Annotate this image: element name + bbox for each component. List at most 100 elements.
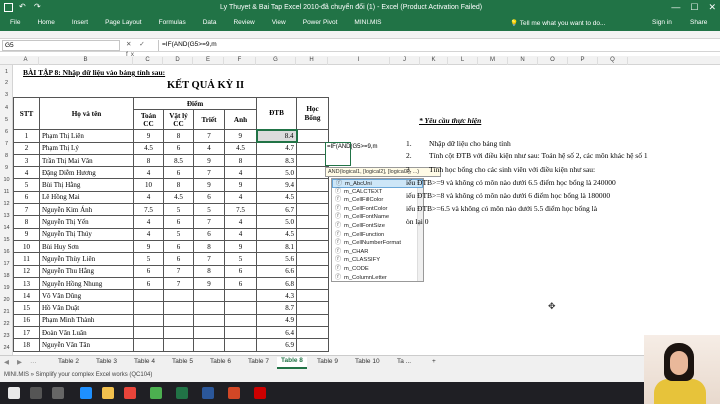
cell-dtb[interactable]: 6.9 bbox=[256, 338, 297, 352]
undo-icon[interactable]: ↶ bbox=[19, 3, 28, 12]
cell-hb[interactable] bbox=[296, 129, 329, 143]
sheet-tab-table-8[interactable]: Table 8 bbox=[277, 357, 307, 369]
cell-stt[interactable]: 12 bbox=[13, 264, 40, 278]
minimize-button[interactable]: — bbox=[671, 2, 680, 13]
cell-name[interactable]: Nguyễn Thị Yến bbox=[39, 215, 134, 229]
ribbon-tab-page-layout[interactable]: Page Layout bbox=[105, 19, 142, 26]
column-header-j[interactable]: J bbox=[390, 57, 420, 65]
column-header-d[interactable]: D bbox=[163, 57, 193, 65]
cell-dtb[interactable]: 8.3 bbox=[256, 153, 297, 168]
sheet-tab-table-9[interactable]: Table 9 bbox=[317, 358, 338, 365]
cell-dtb[interactable]: 4.7 bbox=[256, 141, 297, 155]
cell-anh[interactable]: 9 bbox=[224, 178, 257, 192]
ribbon-tab-mini-mis[interactable]: MINI.MIS bbox=[354, 19, 381, 26]
cell-dtb[interactable]: 5.0 bbox=[256, 166, 297, 180]
cell-triet[interactable]: 8 bbox=[193, 239, 225, 254]
cell-edit-box[interactable]: =IF(AND(G5>=9,m bbox=[325, 142, 378, 166]
more-sheets-icon[interactable]: … bbox=[30, 358, 37, 366]
edge-icon[interactable] bbox=[80, 387, 92, 399]
cell-anh[interactable] bbox=[224, 289, 257, 303]
windows-start-icon[interactable] bbox=[8, 387, 20, 399]
chrome-icon[interactable] bbox=[150, 387, 162, 399]
close-button[interactable]: ✕ bbox=[708, 2, 716, 13]
cell-triet[interactable]: 7 bbox=[193, 215, 225, 229]
powerpoint-icon[interactable] bbox=[228, 387, 240, 399]
cell-anh[interactable]: 4.5 bbox=[224, 141, 257, 155]
cell-stt[interactable]: 14 bbox=[13, 289, 40, 303]
cell-stt[interactable]: 2 bbox=[13, 141, 40, 155]
tell-me-search[interactable]: 💡 Tell me what you want to do... bbox=[510, 19, 605, 27]
cell-stt[interactable]: 18 bbox=[13, 338, 40, 352]
next-sheet-icon[interactable]: ▶ bbox=[17, 358, 22, 366]
sheet-tab-table-2[interactable]: Table 2 bbox=[58, 358, 79, 365]
cell-stt[interactable]: 7 bbox=[13, 203, 40, 217]
column-header-e[interactable]: E bbox=[193, 57, 224, 65]
cell-triet[interactable]: 7 bbox=[193, 129, 225, 143]
maximize-button[interactable]: ☐ bbox=[690, 2, 698, 13]
cell-anh[interactable]: 4 bbox=[224, 166, 257, 180]
save-icon[interactable] bbox=[4, 3, 13, 12]
cell-triet[interactable]: 7 bbox=[193, 166, 225, 180]
row-header-9[interactable]: 9 bbox=[0, 165, 13, 171]
cell-anh[interactable]: 5 bbox=[224, 252, 257, 266]
row-header-11[interactable]: 11 bbox=[0, 189, 13, 195]
cell-anh[interactable]: 9 bbox=[224, 129, 257, 143]
sheet-tab-table-7[interactable]: Table 7 bbox=[248, 358, 269, 365]
row-header-3[interactable]: 3 bbox=[0, 92, 13, 98]
recorder-icon[interactable] bbox=[254, 387, 266, 399]
cell-hb[interactable] bbox=[296, 215, 329, 229]
cell-hb[interactable] bbox=[296, 227, 329, 241]
cell-vatly[interactable]: 7 bbox=[163, 264, 194, 278]
cell-triet[interactable]: 5 bbox=[193, 203, 225, 217]
column-header-h[interactable]: H bbox=[296, 57, 328, 65]
cell-dtb[interactable]: 9.4 bbox=[256, 178, 297, 192]
autocomplete-item[interactable]: m_CLASSIFY bbox=[332, 256, 423, 265]
cell-name[interactable]: Phạm Thị Lý bbox=[39, 141, 134, 155]
cell-name[interactable]: Phạm Thị Liên bbox=[39, 129, 134, 143]
ribbon-tab-review[interactable]: Review bbox=[233, 19, 254, 26]
cell-toan[interactable] bbox=[133, 338, 164, 352]
cell-hb[interactable] bbox=[296, 178, 329, 192]
cell-triet[interactable] bbox=[193, 313, 225, 328]
sheet-tab-table-4[interactable]: Table 4 bbox=[134, 358, 155, 365]
ribbon-tab-home[interactable]: Home bbox=[37, 19, 54, 26]
cell-toan[interactable] bbox=[133, 326, 164, 340]
cell-name[interactable]: Bùi Thị Hằng bbox=[39, 178, 134, 192]
cell-anh[interactable]: 9 bbox=[224, 239, 257, 254]
cell-vatly[interactable]: 8 bbox=[163, 129, 194, 143]
word-icon[interactable] bbox=[202, 387, 214, 399]
sheet-tab-table-10[interactable]: Table 10 bbox=[355, 358, 380, 365]
prev-sheet-icon[interactable]: ◀ bbox=[4, 358, 9, 366]
cell-stt[interactable]: 5 bbox=[13, 178, 40, 192]
cell-vatly[interactable]: 5 bbox=[163, 203, 194, 217]
cell-name[interactable]: Nguyễn Thùy Liên bbox=[39, 252, 134, 266]
ribbon-tab-power-pivot[interactable]: Power Pivot bbox=[303, 19, 338, 26]
cell-stt[interactable]: 17 bbox=[13, 326, 40, 340]
cell-vatly[interactable] bbox=[163, 338, 194, 352]
cell-dtb[interactable]: 4.5 bbox=[256, 190, 297, 205]
cell-stt[interactable]: 10 bbox=[13, 239, 40, 254]
column-header-m[interactable]: M bbox=[478, 57, 508, 65]
cell-triet[interactable] bbox=[193, 301, 225, 315]
cell-dtb[interactable]: 6.7 bbox=[256, 203, 297, 217]
cell-anh[interactable] bbox=[224, 338, 257, 352]
column-header-g[interactable]: G bbox=[256, 57, 296, 65]
cell-vatly[interactable] bbox=[163, 313, 194, 328]
cell-vatly[interactable] bbox=[163, 326, 194, 340]
store-icon[interactable] bbox=[124, 387, 136, 399]
row-header-18[interactable]: 18 bbox=[0, 273, 13, 279]
cell-dtb[interactable]: 6.4 bbox=[256, 326, 297, 340]
cell-name[interactable]: Lê Hồng Mai bbox=[39, 190, 134, 205]
cell-name[interactable]: Nguyễn Hồng Nhung bbox=[39, 276, 134, 291]
column-header-f[interactable]: F bbox=[224, 57, 256, 65]
cell-toan[interactable]: 4 bbox=[133, 190, 164, 205]
row-header-16[interactable]: 16 bbox=[0, 249, 13, 255]
cell-toan[interactable]: 6 bbox=[133, 276, 164, 291]
column-header-q[interactable]: Q bbox=[598, 57, 628, 65]
cell-hb[interactable] bbox=[296, 153, 329, 168]
search-icon[interactable] bbox=[30, 387, 42, 399]
cell-triet[interactable] bbox=[193, 338, 225, 352]
row-header-17[interactable]: 17 bbox=[0, 261, 13, 267]
cell-dtb[interactable]: 6.6 bbox=[256, 264, 297, 278]
worksheet[interactable]: BÀI TẬP 8: Nhập dữ liệu vào bảng tính sa… bbox=[13, 65, 720, 355]
